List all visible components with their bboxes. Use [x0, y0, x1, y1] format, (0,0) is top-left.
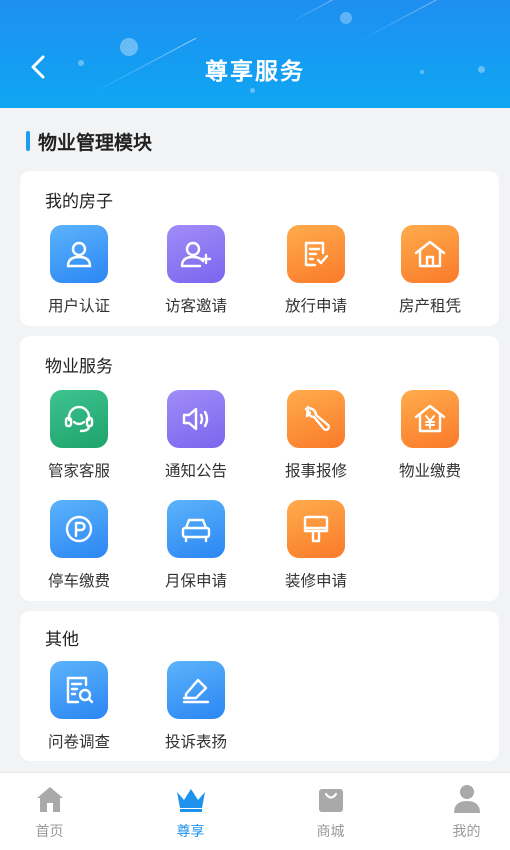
page-title: 尊享服务 [205, 59, 305, 85]
grid-label: 放行申请 [284, 297, 347, 315]
person-icon [453, 785, 480, 813]
speaker-icon [167, 390, 225, 448]
grid-label: 报事报修 [284, 462, 347, 480]
house-yen-icon [401, 390, 459, 448]
tab-label: 商城 [316, 824, 345, 840]
grid-label: 访客邀请 [164, 297, 227, 315]
grid-item-notice[interactable]: 通知公告 [141, 390, 251, 481]
card-property-service: 物业服务 管家客服 通知公告 报事报修 物业缴费 停车缴费 月保申请 装修申请 [20, 336, 499, 601]
tab-mine[interactable]: 我的 [403, 773, 510, 850]
grid-label: 用户认证 [47, 297, 110, 315]
tab-label: 首页 [35, 824, 64, 840]
house-icon [401, 225, 459, 283]
grid-label: 投诉表扬 [164, 733, 227, 751]
user-icon [50, 225, 108, 283]
grid-label: 月保申请 [164, 572, 227, 590]
grid-item-repair-report[interactable]: 报事报修 [261, 390, 371, 481]
grid-label: 房产租凭 [398, 297, 461, 315]
shopping-bag-icon [318, 789, 343, 812]
grid-item-survey[interactable]: 问卷调查 [24, 661, 134, 752]
card-title: 其他 [45, 630, 79, 650]
feedback-pen-icon [167, 661, 225, 719]
headset-icon [50, 390, 108, 448]
grid-item-release-apply[interactable]: 放行申请 [261, 225, 371, 316]
grid-label: 管家客服 [47, 462, 110, 480]
card-title: 我的房子 [45, 192, 113, 212]
grid-item-renovation-apply[interactable]: 装修申请 [261, 500, 371, 591]
section-accent-bar [26, 131, 30, 151]
card-other: 其他 问卷调查 投诉表扬 [20, 611, 499, 761]
grid-item-visitor-invite[interactable]: 访客邀请 [141, 225, 251, 316]
bottom-tab-bar: 首页 尊享 商城 我的 [0, 772, 510, 850]
crown-icon [176, 789, 205, 812]
wrench-icon [287, 390, 345, 448]
grid-item-monthly-pass[interactable]: 月保申请 [141, 500, 251, 591]
tab-mall[interactable]: 商城 [267, 773, 394, 850]
grid-item-parking-fee[interactable]: 停车缴费 [24, 500, 134, 591]
card-my-house: 我的房子 用户认证 访客邀请 放行申请 房产租凭 [20, 171, 499, 326]
home-icon [36, 787, 63, 812]
tab-home[interactable]: 首页 [0, 773, 113, 850]
grid-item-property-rent[interactable]: 房产租凭 [375, 225, 485, 316]
grid-item-property-fee[interactable]: 物业缴费 [375, 390, 485, 481]
grid-label: 问卷调查 [47, 733, 110, 751]
grid-item-user-verify[interactable]: 用户认证 [24, 225, 134, 316]
header-bar: 尊享服务 [0, 0, 510, 108]
grid-item-butler-service[interactable]: 管家客服 [24, 390, 134, 481]
grid-label: 装修申请 [284, 572, 347, 590]
survey-search-icon [50, 661, 108, 719]
car-icon [167, 500, 225, 558]
grid-label: 物业缴费 [398, 462, 461, 480]
grid-label: 停车缴费 [47, 572, 110, 590]
tab-label: 我的 [452, 824, 481, 840]
tab-vip[interactable]: 尊享 [127, 773, 254, 850]
card-title: 物业服务 [45, 357, 113, 377]
paint-brush-icon [287, 500, 345, 558]
section-heading: 物业管理模块 [26, 128, 152, 154]
document-check-icon [287, 225, 345, 283]
grid-label: 通知公告 [164, 462, 227, 480]
user-add-icon [167, 225, 225, 283]
section-title: 物业管理模块 [38, 131, 153, 154]
parking-icon [50, 500, 108, 558]
tab-label: 尊享 [176, 824, 205, 840]
grid-item-feedback[interactable]: 投诉表扬 [141, 661, 251, 752]
